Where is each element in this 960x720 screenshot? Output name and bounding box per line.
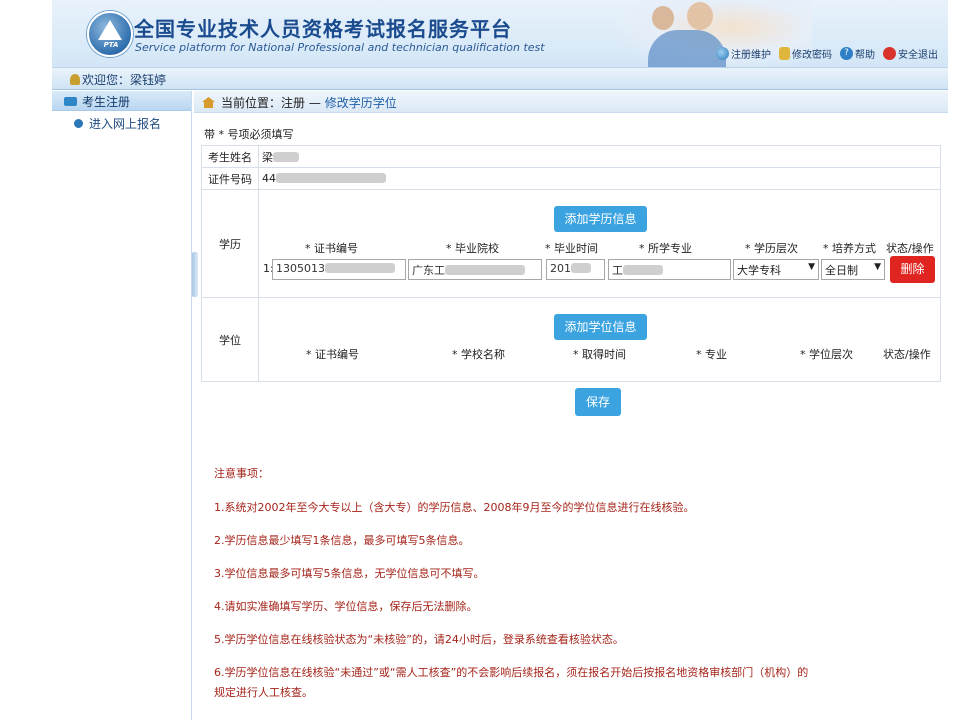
- dropdown-arrow-icon: ▼: [874, 262, 881, 272]
- redacted-blur: [571, 263, 591, 273]
- bullet-icon: [74, 119, 83, 128]
- user-icon: [70, 74, 80, 85]
- redacted-blur: [325, 263, 395, 273]
- site-subtitle: Service platform for National Profession…: [135, 41, 545, 54]
- school-value: 广东工: [412, 264, 445, 277]
- logo-triangle-icon: [98, 20, 122, 40]
- major-input[interactable]: 工: [608, 259, 731, 280]
- name-label: 考生姓名: [201, 145, 259, 168]
- education-form-table: 考生姓名 梁 证件号码 44 学历 添加学历信息 * 证书编号 * 毕业院校 *…: [201, 145, 941, 382]
- name-value: 梁: [262, 150, 273, 164]
- school-input[interactable]: 广东工: [408, 259, 542, 280]
- redacted-blur: [276, 173, 386, 183]
- redacted-blur: [273, 151, 299, 162]
- breadcrumb-current: 修改学历学位: [324, 96, 397, 110]
- column-header: * 证书编号: [306, 348, 359, 361]
- sidebar-item-online-registration[interactable]: 进入网上报名: [52, 111, 191, 133]
- degree-section: 添加学位信息 * 证书编号 * 学校名称 * 取得时间 * 专业 * 学位层次 …: [258, 297, 941, 382]
- main-content: 当前位置：注册 — 修改学历学位 带 * 号项必须填写 考生姓名 梁 证件号码 …: [194, 91, 948, 720]
- column-header: * 取得时间: [573, 348, 626, 361]
- redacted-blur: [623, 265, 663, 275]
- column-header: * 证书编号: [305, 242, 358, 255]
- logout-icon: [883, 47, 896, 60]
- notice-section: 注意事项： 1.系统对2002年至今大专以上（含大专）的学历信息、2008年9月…: [214, 466, 808, 718]
- id-label: 证件号码: [201, 167, 259, 190]
- logout-link[interactable]: 安全退出: [883, 46, 938, 61]
- link-label: 安全退出: [898, 50, 938, 61]
- top-links: 注册维护 修改密码 ? 帮助 安全退出: [716, 46, 938, 61]
- breadcrumb-separator: —: [308, 96, 321, 110]
- column-header: * 毕业时间: [545, 242, 598, 255]
- notice-item: 4.请如实准确填写学历、学位信息，保存后无法删除。: [214, 600, 478, 613]
- mail-icon: [64, 97, 77, 106]
- notice-title: 注意事项：: [214, 467, 269, 480]
- name-value-cell: 梁: [258, 145, 941, 168]
- notice-item: 3.学位信息最多可填写5条信息，无学位信息可不填写。: [214, 567, 485, 580]
- help-link[interactable]: ? 帮助: [840, 46, 875, 61]
- add-education-button[interactable]: 添加学历信息: [554, 206, 647, 232]
- education-label: 学历: [201, 189, 259, 298]
- site-header: PTA 全国专业技术人员资格考试报名服务平台 Service platform …: [52, 0, 948, 68]
- welcome-prefix: 欢迎您：: [82, 73, 131, 87]
- column-header: * 毕业院校: [446, 242, 499, 255]
- banner-figure-head: [687, 2, 713, 30]
- sidebar: 考生注册 进入网上报名: [52, 91, 192, 720]
- save-button[interactable]: 保存: [575, 388, 621, 416]
- welcome-username: 梁钰婷: [130, 73, 167, 87]
- home-icon: [202, 97, 215, 108]
- notice-item: 2.学历信息最少填写1条信息，最多可填写5条信息。: [214, 534, 470, 547]
- link-label: 修改密码: [792, 50, 832, 61]
- id-value-cell: 44: [258, 167, 941, 190]
- graduation-time-value: 201: [550, 262, 571, 275]
- column-header: * 学校名称: [452, 348, 505, 361]
- logo-text: PTA: [103, 41, 119, 49]
- dropdown-arrow-icon: ▼: [808, 262, 815, 272]
- column-header: * 学历层次: [745, 242, 798, 255]
- id-value: 44: [262, 172, 276, 185]
- column-header: * 所学专业: [639, 242, 692, 255]
- link-label: 帮助: [855, 50, 875, 61]
- column-header: * 学位层次: [800, 348, 853, 361]
- notice-item-continued: 规定进行人工核查。: [214, 686, 313, 699]
- column-header: 状态/操作: [883, 348, 931, 361]
- sidebar-item-label: 进入网上报名: [89, 117, 162, 131]
- education-level-select[interactable]: 大学专科 ▼: [733, 259, 819, 280]
- required-note: 带 * 号项必须填写: [204, 128, 294, 141]
- add-degree-button[interactable]: 添加学位信息: [554, 314, 647, 340]
- link-label: 注册维护: [731, 50, 771, 61]
- lock-icon: [779, 47, 790, 60]
- breadcrumb-register[interactable]: 注册: [281, 96, 305, 110]
- banner-figure: [648, 30, 726, 67]
- training-mode-select[interactable]: 全日制 ▼: [821, 259, 885, 280]
- delete-button[interactable]: 删除: [890, 256, 935, 283]
- banner-figure-head: [652, 6, 674, 30]
- notice-item: 6.学历学位信息在线核验“未通过”或“需人工核查”的不会影响后续报名，须在报名开…: [214, 666, 809, 679]
- welcome-bar: 欢迎您：梁钰婷: [52, 68, 948, 90]
- cert-number-value: 1305013: [276, 262, 325, 275]
- column-header: 状态/操作: [886, 242, 934, 255]
- pta-logo: PTA: [87, 11, 133, 57]
- site-title: 全国专业技术人员资格考试报名服务平台: [134, 17, 512, 41]
- breadcrumb-prefix: 当前位置：: [221, 96, 282, 110]
- help-icon: ?: [840, 47, 853, 60]
- degree-label: 学位: [201, 297, 259, 382]
- graduation-time-input[interactable]: 201: [546, 259, 605, 280]
- education-level-value: 大学专科: [737, 264, 781, 277]
- major-value: 工: [612, 264, 623, 277]
- sidebar-title: 考生注册: [82, 95, 131, 109]
- redacted-blur: [445, 265, 525, 275]
- column-header: * 培养方式: [823, 242, 876, 255]
- breadcrumb: 当前位置：注册 — 修改学历学位: [194, 91, 948, 113]
- notice-item: 1.系统对2002年至今大专以上（含大专）的学历信息、2008年9月至今的学位信…: [214, 501, 695, 514]
- sidebar-header: 考生注册: [52, 91, 191, 111]
- register-maintain-link[interactable]: 注册维护: [716, 46, 771, 61]
- cert-number-input[interactable]: 1305013: [272, 259, 406, 280]
- column-header: * 专业: [696, 348, 727, 361]
- notice-item: 5.学历学位信息在线核验状态为“未核验”的，请24小时后，登录系统查看核验状态。: [214, 633, 624, 646]
- training-mode-value: 全日制: [825, 264, 858, 277]
- register-icon: [716, 47, 729, 60]
- education-section: 添加学历信息 * 证书编号 * 毕业院校 * 毕业时间 * 所学专业 * 学历层…: [258, 189, 941, 298]
- change-password-link[interactable]: 修改密码: [779, 46, 832, 61]
